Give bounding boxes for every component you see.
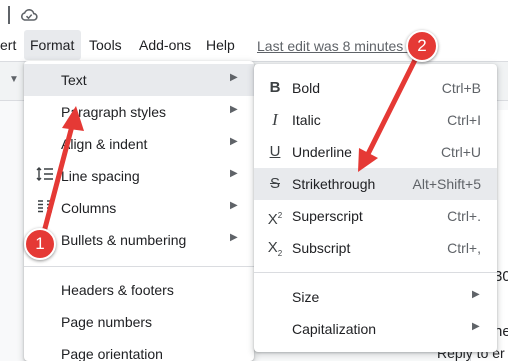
format-item-line-spacing[interactable]: Line spacing ▶ [24, 160, 254, 192]
text-item-size[interactable]: Size ▶ [254, 281, 497, 313]
text-submenu: B Bold Ctrl+B I Italic Ctrl+I U Underlin… [254, 64, 497, 352]
underline-icon: U [269, 143, 281, 160]
submenu-arrow-icon: ▶ [472, 321, 480, 332]
menu-item-label: Line spacing [61, 168, 140, 184]
menu-item-label: Capitalization [292, 321, 377, 337]
menu-divider [24, 266, 254, 267]
menu-item-label: Bullets & numbering [61, 232, 187, 248]
menu-item-label: Columns [61, 200, 117, 216]
menu-item-label: Paragraph styles [61, 104, 167, 120]
dropdown-arrow-icon[interactable]: ▼ [9, 74, 19, 85]
callout-badge-1: 1 [24, 228, 56, 260]
format-item-headers-footers[interactable]: Headers & footers [24, 274, 254, 306]
shortcut-label: Ctrl+I [447, 112, 481, 128]
italic-icon: I [272, 110, 278, 129]
callout-badge-2: 2 [406, 30, 438, 62]
text-item-bold[interactable]: B Bold Ctrl+B [254, 72, 497, 104]
menu-divider [254, 272, 497, 273]
format-item-text[interactable]: Text ▶ [24, 64, 254, 96]
menu-item-label: Italic [292, 112, 321, 128]
text-item-subscript[interactable]: X2 Subscript Ctrl+, [254, 232, 497, 264]
strikethrough-icon: S [269, 175, 280, 192]
title-bar [0, 0, 508, 30]
menu-item-label: Headers & footers [61, 282, 174, 298]
text-item-superscript[interactable]: X2 Superscript Ctrl+. [254, 200, 497, 232]
menu-item-label: Text [61, 72, 87, 88]
shortcut-label: Ctrl+B [441, 80, 481, 96]
menu-item-label: Bold [292, 80, 321, 96]
menu-item-label: Size [292, 289, 320, 305]
submenu-arrow-icon: ▶ [230, 200, 238, 211]
menu-item-label: Align & indent [61, 136, 148, 152]
format-item-align-indent[interactable]: Align & indent ▶ [24, 128, 254, 160]
submenu-arrow-icon: ▶ [230, 72, 238, 83]
line-spacing-icon [36, 166, 54, 186]
menu-item-label: Page orientation [61, 346, 163, 361]
menu-item-label: Superscript [292, 208, 363, 224]
columns-icon [36, 198, 54, 218]
shortcut-label: Ctrl+, [447, 240, 481, 256]
menu-help[interactable]: Help [206, 37, 235, 54]
text-item-underline[interactable]: U Underline Ctrl+U [254, 136, 497, 168]
subscript-icon: X2 [267, 239, 283, 258]
shortcut-label: Ctrl+. [447, 208, 481, 224]
text-item-strikethrough[interactable]: S Strikethrough Alt+Shift+5 [254, 168, 497, 200]
menu-tools[interactable]: Tools [89, 37, 122, 54]
submenu-arrow-icon: ▶ [230, 136, 238, 147]
menu-item-label: Underline [292, 144, 352, 160]
format-item-bullets-numbering[interactable]: Bullets & numbering ▶ [24, 224, 254, 256]
submenu-arrow-icon: ▶ [230, 104, 238, 115]
format-item-page-orientation[interactable]: Page orientation [24, 338, 254, 361]
menu-format[interactable]: Format [30, 37, 74, 54]
submenu-arrow-icon: ▶ [230, 168, 238, 179]
last-edit-link[interactable]: Last edit was 8 minutes ago [257, 38, 431, 54]
cloud-icon[interactable] [20, 8, 38, 27]
submenu-arrow-icon: ▶ [230, 232, 238, 243]
menu-add-ons[interactable]: Add-ons [139, 37, 191, 54]
format-item-columns[interactable]: Columns ▶ [24, 192, 254, 224]
menu-item-label: Subscript [292, 240, 351, 256]
superscript-icon: X2 [267, 211, 283, 228]
format-menu: Text ▶ Paragraph styles ▶ Align & indent… [24, 61, 254, 361]
bold-icon: B [269, 79, 281, 96]
text-item-italic[interactable]: I Italic Ctrl+I [254, 104, 497, 136]
format-item-paragraph-styles[interactable]: Paragraph styles ▶ [24, 96, 254, 128]
format-item-page-numbers[interactable]: Page numbers [24, 306, 254, 338]
doc-icon[interactable] [0, 6, 10, 24]
menu-item-label: Strikethrough [292, 176, 376, 192]
menu-insert[interactable]: ert [0, 37, 16, 54]
shortcut-label: Ctrl+U [440, 144, 481, 160]
text-item-capitalization[interactable]: Capitalization ▶ [254, 313, 497, 345]
shortcut-label: Alt+Shift+5 [412, 176, 482, 192]
menu-item-label: Page numbers [61, 314, 153, 330]
submenu-arrow-icon: ▶ [472, 289, 480, 300]
